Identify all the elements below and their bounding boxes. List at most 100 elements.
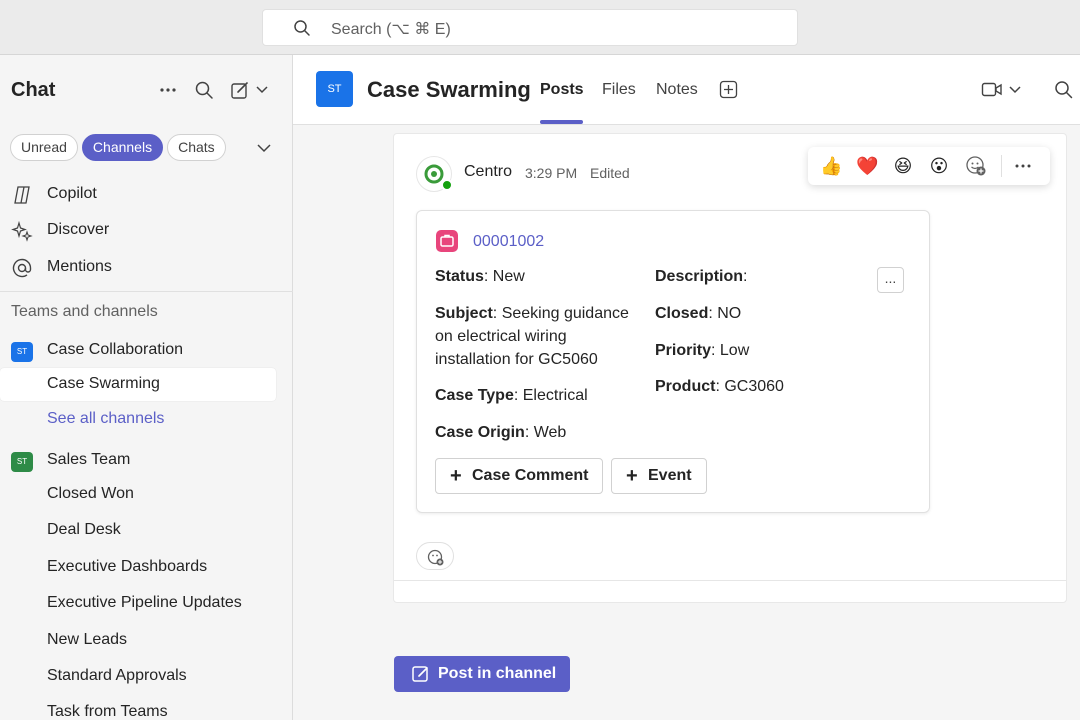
field-label: Description [655,268,744,285]
button-label: Post in channel [438,665,557,682]
channel-name: Standard Approvals [47,667,187,684]
post-divider [394,580,1066,581]
reaction-surprised[interactable]: 😮 [928,155,950,177]
active-tab-indicator [540,120,583,124]
field-label: Status [435,268,484,285]
channel-standard-approvals[interactable]: Standard Approvals [0,660,276,693]
channel-title: Case Swarming [367,77,531,102]
plus-icon: + [450,465,462,487]
field-label: Subject [435,305,493,322]
field-label: Product [655,378,716,395]
team-sales-team[interactable]: ST Sales Team [0,444,276,477]
search-icon[interactable] [1054,80,1073,99]
sidebar-item-mentions[interactable]: Mentions [0,251,276,284]
add-tab-icon[interactable] [719,80,738,99]
reaction-laugh[interactable]: 😆 [892,155,914,177]
at-icon [12,258,32,278]
channel-new-leads[interactable]: New Leads [0,624,276,657]
more-options-icon[interactable] [158,80,178,100]
video-call-icon[interactable] [981,81,1003,98]
case-card: 00001002 ... Status: New Subject: Seekin… [416,210,930,513]
chevron-down-icon[interactable] [255,82,269,96]
main-pane: ST Case Swarming Posts Files Notes Centr… [293,55,1080,720]
channel-task-from-teams[interactable]: Task from Teams [0,696,276,720]
field-value: Low [719,342,750,359]
see-all-channels-link[interactable]: See all channels [0,403,276,436]
field-status: Status: New [435,268,525,285]
sidebar-divider [0,291,293,292]
field-label: Case Type [435,387,514,404]
team-case-collaboration[interactable]: ST Case Collaboration [0,334,276,367]
channel-closed-won[interactable]: Closed Won [0,478,276,511]
post-edited-label: Edited [590,165,630,181]
sidebar-item-label: Mentions [47,258,112,275]
post-card: Centro 3:29 PM Edited 00001002 ... Statu… [393,133,1067,603]
reaction-like[interactable]: 👍 [820,155,842,177]
top-bar: Search (⌥ ⌘ E) [0,0,1080,55]
plus-icon: + [626,465,638,487]
presence-badge [441,179,453,191]
button-label: Event [648,467,692,484]
field-value: NO [717,305,742,322]
channel-case-swarming[interactable]: Case Swarming [0,368,276,401]
search-placeholder: Search (⌥ ⌘ E) [331,21,451,38]
channel-deal-desk[interactable]: Deal Desk [0,514,276,547]
post-time: 3:29 PM [525,165,578,181]
channel-executive-pipeline-updates[interactable]: Executive Pipeline Updates [0,587,276,620]
search-box[interactable]: Search (⌥ ⌘ E) [262,9,798,46]
field-description: Description: [655,268,748,285]
channel-name: Executive Dashboards [47,558,208,575]
field-value: GC3060 [724,378,784,395]
field-case-type: Case Type: Electrical [435,387,588,404]
case-briefcase-icon [436,230,458,252]
post-author[interactable]: Centro [464,163,512,181]
filter-unread[interactable]: Unread [10,134,78,161]
channel-executive-dashboards[interactable]: Executive Dashboards [0,551,276,584]
field-value: Web [533,424,567,441]
card-more-button[interactable]: ... [877,267,904,293]
event-button[interactable]: + Event [611,458,707,494]
field-value: New [492,268,525,285]
reaction-divider [1001,155,1002,177]
tab-notes[interactable]: Notes [656,81,698,99]
team-avatar: ST [11,452,33,472]
channel-name: Case Swarming [47,375,160,392]
case-number-link[interactable]: 00001002 [473,233,544,251]
emoji-add-icon[interactable] [965,155,987,177]
filter-channels[interactable]: Channels [81,134,164,161]
chevron-down-icon[interactable] [1008,84,1022,96]
add-reaction-button[interactable] [416,542,454,570]
field-label: Closed [655,305,709,322]
chevron-down-icon[interactable] [256,142,272,154]
sidebar-item-label: Copilot [47,185,97,202]
section-label: Teams and channels [11,303,158,320]
sparkle-icon [11,220,33,242]
field-product: Product: GC3060 [655,378,784,395]
emoji-add-icon [427,549,444,566]
post-in-channel-button[interactable]: Post in channel [394,656,570,692]
reaction-bar: 👍 ❤️ 😆 😮 [808,147,1050,185]
field-label: Case Origin [435,424,525,441]
tab-posts[interactable]: Posts [540,81,584,99]
sidebar-item-label: Discover [47,221,110,238]
field-subject: Subject: Seeking guidance on electrical … [435,305,629,368]
case-comment-button[interactable]: + Case Comment [435,458,604,494]
team-name: Sales Team [47,451,131,468]
team-name: Case Collaboration [47,341,184,358]
search-icon [294,20,310,36]
compose-icon [412,666,428,682]
channel-name: Closed Won [47,485,134,502]
more-options-icon[interactable] [1012,155,1034,177]
compose-icon[interactable] [230,80,250,100]
tab-files[interactable]: Files [602,81,636,99]
reaction-heart[interactable]: ❤️ [856,155,878,177]
field-closed: Closed: NO [655,305,742,322]
sidebar-item-copilot[interactable]: Copilot [0,178,276,211]
channel-name: Deal Desk [47,521,121,538]
search-icon[interactable] [194,80,214,100]
sidebar-item-discover[interactable]: Discover [0,214,276,247]
field-label: Priority [655,342,712,359]
filter-chats[interactable]: Chats [167,134,226,161]
field-priority: Priority: Low [655,342,750,359]
channel-avatar: ST [316,71,353,107]
